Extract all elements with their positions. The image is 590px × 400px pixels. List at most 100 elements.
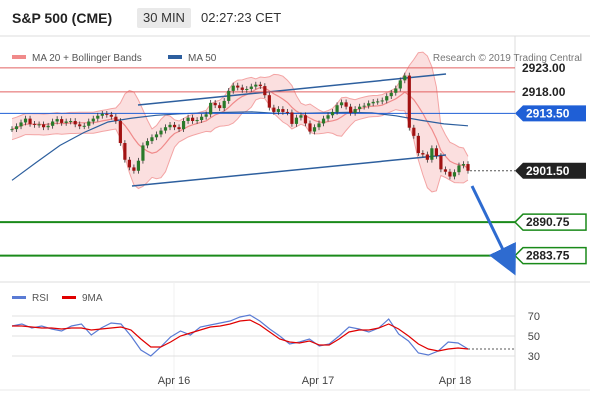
x-tick-label: Apr 18	[439, 375, 471, 387]
candle-body	[64, 121, 68, 123]
candle-body	[272, 107, 276, 112]
candle-body	[10, 129, 14, 131]
legend-ma50: MA 50	[188, 53, 217, 64]
candle-body	[403, 75, 407, 81]
candle-body	[118, 121, 122, 144]
candle-body	[163, 127, 168, 131]
rsi-tick-label: 30	[528, 351, 540, 363]
candle-body	[425, 154, 429, 160]
candle-body	[209, 102, 213, 115]
candle-body	[389, 92, 393, 97]
candle-body	[96, 115, 100, 119]
candle-body	[398, 80, 402, 89]
level-label-1: 2918.00	[522, 85, 566, 99]
candle-body	[177, 127, 181, 130]
candle-body	[87, 121, 91, 126]
x-tick-label: Apr 17	[302, 375, 334, 387]
candle-body	[321, 118, 326, 124]
candle-body	[100, 113, 104, 116]
candle-body	[434, 148, 438, 156]
candle-body	[385, 96, 389, 101]
candle-body	[376, 101, 380, 103]
candle-body	[46, 125, 50, 128]
candle-body	[421, 153, 425, 155]
candle-body	[308, 123, 312, 132]
candle-body	[109, 114, 113, 117]
candle-body	[136, 160, 141, 171]
candle-body	[335, 105, 339, 112]
candle-body	[267, 95, 271, 108]
candle-body	[14, 126, 19, 130]
candle-body	[371, 101, 375, 104]
candle-body	[258, 84, 262, 87]
rsi-ma-swatch	[62, 296, 76, 299]
candle-body	[141, 145, 145, 161]
candle-body	[339, 102, 344, 106]
candle-body	[430, 148, 434, 160]
candle-body	[32, 123, 37, 125]
candle-body	[461, 164, 466, 166]
candle-body	[412, 127, 416, 136]
candle-body	[227, 90, 231, 101]
candle-body	[240, 87, 244, 90]
x-tick-label: Apr 16	[158, 375, 190, 387]
candle-body	[249, 86, 253, 89]
level-tag-1: 2918.00	[522, 85, 566, 99]
candle-body	[23, 118, 28, 123]
candle-body	[254, 84, 258, 87]
candle-body	[380, 100, 384, 102]
candle-body	[69, 121, 73, 123]
main-legend: MA 20 + Bollinger Bands MA 50 Research ©…	[12, 53, 582, 64]
ma50-swatch	[168, 55, 182, 59]
candle-body	[457, 165, 461, 173]
candle-body	[172, 124, 177, 128]
candle-body	[358, 106, 362, 110]
candle-body	[28, 118, 32, 124]
level-label-3: 2901.50	[526, 164, 570, 178]
level-tag-3: 2901.50	[515, 162, 586, 179]
candle-body	[466, 164, 470, 171]
legend-9ma: 9MA	[82, 293, 103, 304]
candle-body	[159, 130, 163, 135]
level-label-2: 2913.50	[526, 106, 570, 120]
ma20-swatch	[12, 55, 26, 59]
candle-body	[213, 102, 217, 106]
candle-body	[407, 75, 411, 128]
channel-lower-line	[131, 154, 447, 187]
candle-body	[439, 155, 443, 170]
candle-body	[367, 103, 371, 106]
candle-body	[145, 141, 150, 146]
candle-body	[330, 111, 335, 116]
candle-body	[349, 106, 353, 113]
legend-ma20: MA 20 + Bollinger Bands	[32, 53, 142, 64]
candle-body	[150, 137, 154, 142]
candle-body	[19, 122, 23, 127]
candle-body	[218, 105, 222, 109]
candle-body	[55, 119, 59, 122]
candle-body	[290, 112, 294, 124]
candle-body	[42, 124, 46, 128]
candle-body	[60, 119, 64, 123]
candle-body	[303, 115, 308, 124]
candle-body	[51, 121, 55, 126]
candle-body	[73, 121, 77, 125]
candle-body	[448, 171, 452, 177]
candle-body	[82, 125, 86, 127]
bollinger-band	[12, 52, 468, 192]
level-tag-4: 2890.75	[513, 213, 587, 231]
level-label-4: 2890.75	[526, 215, 570, 229]
candle-body	[195, 120, 199, 122]
candle-body	[123, 143, 127, 160]
projection-arrow	[470, 185, 516, 276]
candle-body	[105, 113, 109, 115]
candle-body	[263, 86, 267, 96]
level-tag-5: 2883.75	[513, 246, 587, 265]
price-chart: MA 20 + Bollinger Bands MA 50 Research ©…	[0, 35, 590, 391]
level-label-5: 2883.75	[526, 249, 570, 263]
candle-body	[181, 121, 186, 130]
candle-body	[285, 111, 290, 113]
candle-body	[168, 124, 172, 128]
candle-body	[281, 109, 285, 112]
level-tag-0: 2923.00	[522, 61, 566, 75]
candle-body	[317, 123, 321, 128]
